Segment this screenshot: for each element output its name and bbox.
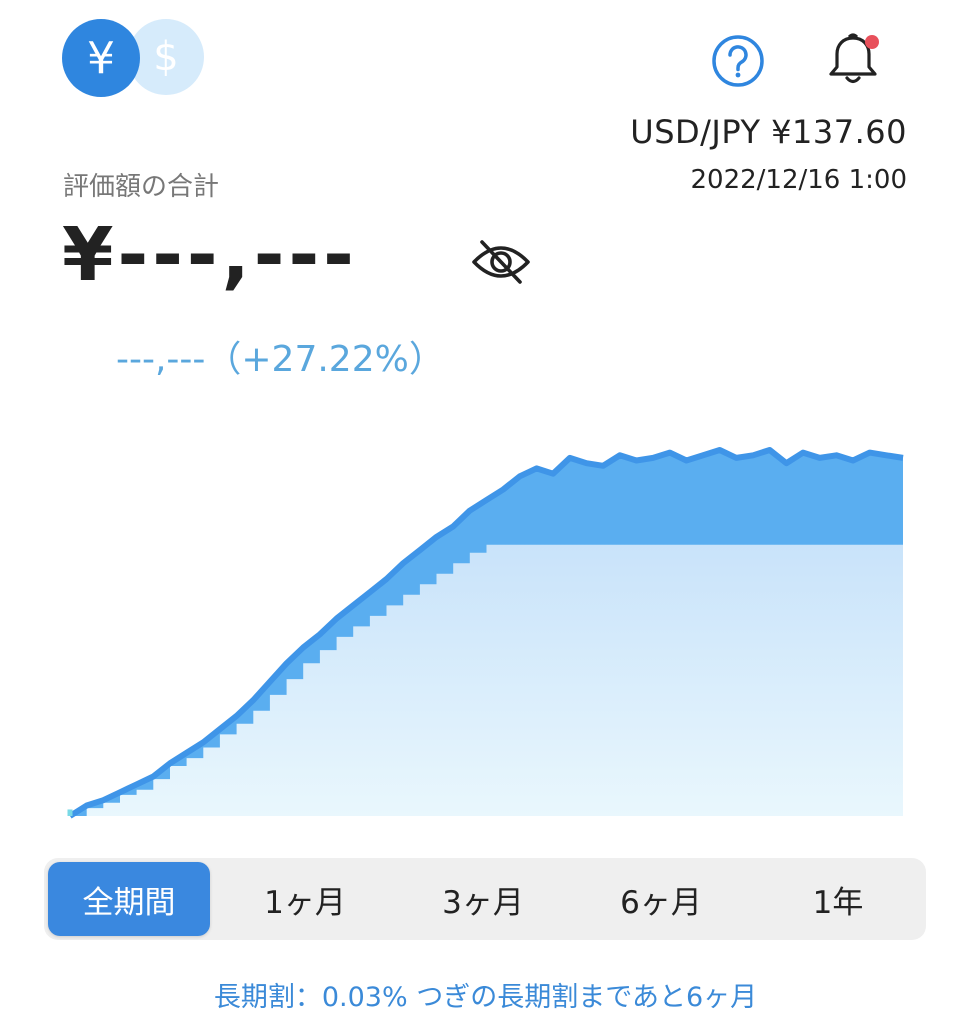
dollar-icon: $	[153, 34, 179, 80]
period-1-year[interactable]: 1年	[754, 858, 922, 940]
period-selector: 全期間 1ヶ月 3ヶ月 6ヶ月 1年	[44, 858, 926, 940]
total-valuation-label: 評価額の合計	[63, 172, 220, 202]
notification-dot	[865, 35, 879, 49]
valuation-chart	[67, 447, 904, 819]
period-3-months[interactable]: 3ヶ月	[398, 858, 568, 940]
jpy-currency-button[interactable]: ¥	[62, 19, 140, 97]
period-1-month[interactable]: 1ヶ月	[220, 858, 390, 940]
eye-off-icon[interactable]	[470, 236, 532, 288]
long-term-discount[interactable]: 長期割：0.03% つぎの長期割まであと6ヶ月	[0, 975, 971, 1014]
rate-timestamp: 2022/12/16 1:00	[690, 165, 907, 195]
yen-icon: ¥	[87, 32, 115, 84]
period-all[interactable]: 全期間	[48, 862, 210, 936]
period-6-months[interactable]: 6ヶ月	[576, 858, 746, 940]
bell-icon[interactable]	[822, 28, 884, 90]
exchange-rate: USD/JPY ¥137.60	[630, 113, 907, 151]
total-valuation-value: ¥---,---	[62, 212, 358, 298]
gain-amount: ---,---（+27.22%）	[116, 339, 445, 380]
principal-area	[70, 544, 903, 816]
help-circle-icon[interactable]	[710, 33, 766, 89]
